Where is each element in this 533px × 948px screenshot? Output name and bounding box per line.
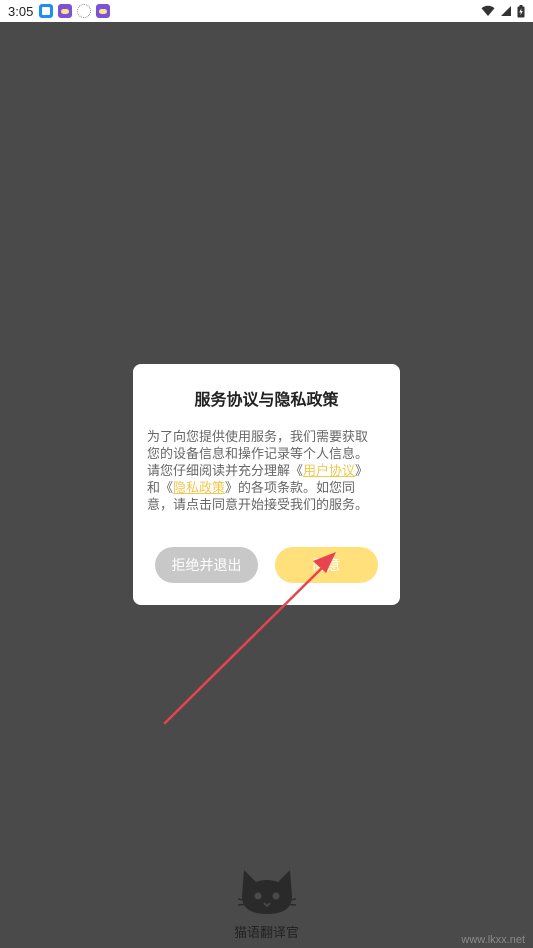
wifi-icon bbox=[481, 5, 495, 16]
status-icons bbox=[481, 4, 525, 18]
signal-icon bbox=[501, 6, 511, 16]
user-agreement-link[interactable]: 用户协议 bbox=[303, 464, 355, 479]
battery-charging-icon bbox=[517, 4, 525, 17]
app-name: 猫语翻译官 bbox=[233, 926, 299, 941]
agree-button[interactable]: 同意 bbox=[275, 547, 378, 583]
reject-and-exit-button[interactable]: 拒绝并退出 bbox=[155, 547, 258, 583]
privacy-policy-link[interactable]: 隐私政策 bbox=[173, 481, 225, 496]
loading-notification-icon bbox=[77, 4, 92, 18]
privacy-dialog: 服务协议与隐私政策 为了向您提供使用服务，我们需要获取您的设备信息和操作记录等个… bbox=[133, 364, 400, 605]
status-bar: 3:05 bbox=[0, 0, 533, 22]
dialog-title: 服务协议与隐私政策 bbox=[194, 390, 339, 409]
cloud-app-notification-icon bbox=[58, 4, 73, 18]
watermark: www.lkxx.net bbox=[461, 934, 525, 946]
status-time: 3:05 bbox=[8, 3, 34, 19]
dialog-body: 为了向您提供使用服务，我们需要获取您的设备信息和操作记录等个人信息。请您仔细阅读… bbox=[147, 429, 379, 514]
cloud-app-notification-icon bbox=[96, 4, 111, 18]
cat-logo-icon bbox=[238, 870, 296, 914]
app-notification-icon bbox=[39, 4, 54, 18]
